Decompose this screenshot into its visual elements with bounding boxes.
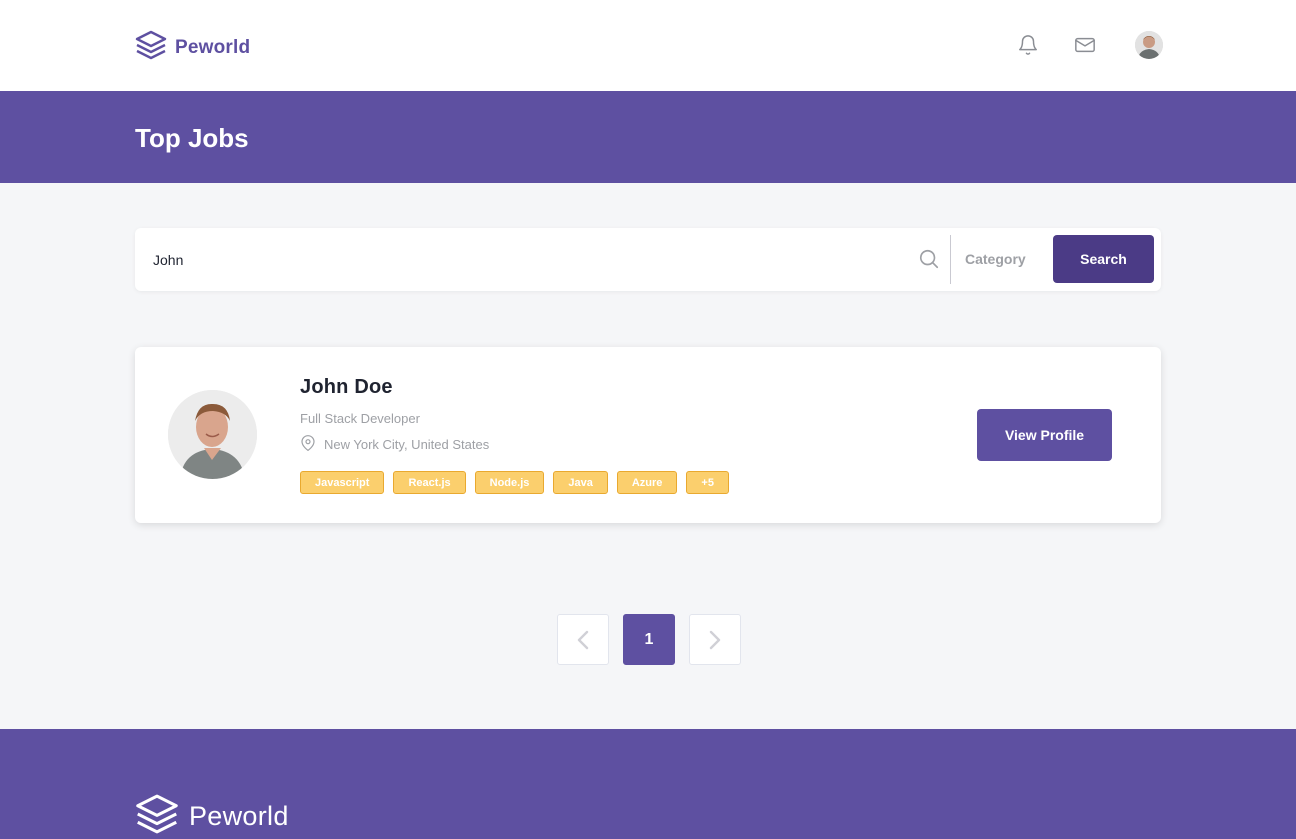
search-divider xyxy=(950,235,951,284)
skill-badge[interactable]: Azure xyxy=(616,471,678,494)
skill-badge[interactable]: Javascript xyxy=(300,471,385,494)
layers-icon xyxy=(135,30,167,65)
next-page-button[interactable] xyxy=(689,614,741,665)
prev-page-button[interactable] xyxy=(557,614,609,665)
skill-list: Javascript React.js Node.js Java Azure +… xyxy=(300,471,729,494)
profile-role: Full Stack Developer xyxy=(300,411,420,426)
search-input[interactable] xyxy=(147,240,907,280)
footer-brand-name: Peworld xyxy=(189,801,289,831)
skill-badge[interactable]: React.js xyxy=(393,471,466,494)
layers-icon xyxy=(135,793,179,839)
profile-name: John Doe xyxy=(300,376,393,398)
footer-brand[interactable]: Peworld xyxy=(135,793,289,839)
view-profile-button[interactable]: View Profile xyxy=(977,409,1112,461)
bell-icon[interactable] xyxy=(1016,33,1040,57)
page-button-1[interactable]: 1 xyxy=(623,614,675,665)
skill-badge[interactable]: Java xyxy=(553,471,608,494)
brand-name: Peworld xyxy=(175,36,251,58)
mail-icon[interactable] xyxy=(1073,33,1097,57)
profile-card: John Doe Full Stack Developer New York C… xyxy=(135,347,1161,523)
brand-logo[interactable]: Peworld xyxy=(135,30,250,65)
chevron-left-icon xyxy=(577,630,589,649)
category-select[interactable]: Category xyxy=(965,251,1026,267)
chevron-right-icon xyxy=(709,630,721,649)
search-button[interactable]: Search xyxy=(1053,235,1154,283)
profile-location: New York City, United States xyxy=(300,435,489,454)
page-banner: Top Jobs xyxy=(0,91,1296,183)
pagination: 1 xyxy=(557,614,741,665)
footer: Peworld xyxy=(0,729,1296,839)
map-pin-icon xyxy=(300,435,316,454)
profile-avatar xyxy=(168,390,257,479)
page-title: Top Jobs xyxy=(135,123,249,153)
search-icon[interactable] xyxy=(918,248,940,270)
user-avatar[interactable] xyxy=(1135,31,1163,59)
location-text: New York City, United States xyxy=(324,437,490,452)
search-bar: Category Search xyxy=(135,228,1161,291)
skill-badge[interactable]: Node.js xyxy=(474,471,545,494)
nav-actions xyxy=(1016,31,1163,59)
skill-more-badge[interactable]: +5 xyxy=(686,471,729,494)
navbar: Peworld xyxy=(0,0,1296,91)
